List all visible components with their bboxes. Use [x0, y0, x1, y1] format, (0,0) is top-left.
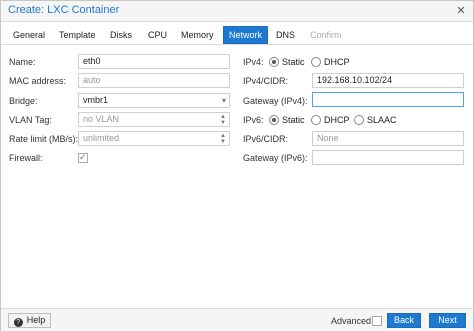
ipv6-slaac-radio[interactable]: [354, 115, 364, 125]
ipv4-static-label[interactable]: Static: [282, 56, 305, 68]
close-icon[interactable]: ✕: [455, 5, 467, 17]
next-button[interactable]: Next: [429, 313, 466, 328]
advanced-checkbox[interactable]: [372, 316, 382, 326]
ipv6-cidr-input[interactable]: None: [312, 131, 464, 146]
tab-template[interactable]: Template: [53, 26, 102, 44]
back-button[interactable]: Back: [387, 313, 421, 328]
ipv6-static-label[interactable]: Static: [282, 114, 305, 126]
firewall-label: Firewall:: [9, 153, 43, 163]
bridge-label: Bridge:: [9, 96, 38, 106]
wizard-tabs: General Template Disks CPU Memory Networ…: [1, 26, 473, 44]
ipv6-dhcp-label[interactable]: DHCP: [324, 114, 350, 126]
firewall-checkbox[interactable]: [78, 152, 88, 163]
rate-limit-input[interactable]: unlimited ▲ ▼: [78, 131, 230, 146]
ipv4-label: IPv4:: [243, 57, 264, 67]
tab-network[interactable]: Network: [223, 26, 269, 44]
ipv6-static-radio[interactable]: [269, 115, 279, 125]
ipv4-cidr-label: IPv4/CIDR:: [243, 76, 289, 86]
ipv6-dhcp-radio[interactable]: [311, 115, 321, 125]
question-icon: ?: [13, 318, 23, 327]
name-input[interactable]: eth0: [78, 54, 230, 69]
ipv6-label: IPv6:: [243, 115, 264, 125]
tab-general[interactable]: General: [7, 26, 51, 44]
dialog-title: Create: LXC Container: [8, 4, 120, 16]
vlan-tag-label: VLAN Tag:: [9, 115, 52, 125]
help-button[interactable]: ? Help: [8, 313, 51, 328]
mac-address-label: MAC address:: [9, 76, 67, 86]
mac-address-input[interactable]: auto: [78, 73, 230, 88]
gateway-ipv4-label: Gateway (IPv4):: [243, 96, 308, 106]
vlan-tag-input[interactable]: no VLAN ▲ ▼: [78, 112, 230, 127]
bridge-select[interactable]: vmbr1 ▾: [78, 93, 230, 108]
rate-placeholder: unlimited: [83, 133, 120, 143]
tab-divider: [1, 44, 473, 45]
rate-limit-label: Rate limit (MB/s):: [9, 134, 79, 144]
ipv6-cidr-label: IPv6/CIDR:: [243, 134, 289, 144]
spinner-icon[interactable]: ▲ ▼: [220, 114, 226, 126]
help-label: Help: [26, 315, 46, 325]
ipv4-dhcp-label[interactable]: DHCP: [324, 56, 350, 68]
gateway-ipv4-input[interactable]: [312, 92, 464, 107]
gateway-ipv6-label: Gateway (IPv6):: [243, 153, 308, 163]
ipv4-static-radio[interactable]: [269, 57, 279, 67]
ipv4-dhcp-radio[interactable]: [311, 57, 321, 67]
ipv6-slaac-label[interactable]: SLAAC: [367, 114, 397, 126]
dialog-footer: ? Help Advanced Back Next: [1, 308, 473, 331]
dialog-titlebar[interactable]: Create: LXC Container ✕: [1, 1, 473, 22]
bridge-value: vmbr1: [83, 95, 109, 105]
ipv4-cidr-input[interactable]: 192.168.10.102/24: [312, 73, 464, 88]
chevron-down-icon[interactable]: ▾: [222, 94, 226, 107]
name-label: Name:: [9, 57, 36, 67]
gateway-ipv6-input[interactable]: [312, 150, 464, 165]
tab-memory[interactable]: Memory: [175, 26, 220, 44]
tab-confirm: Confirm: [310, 30, 342, 40]
vlan-placeholder: no VLAN: [83, 114, 120, 124]
spinner-icon[interactable]: ▲ ▼: [220, 133, 226, 145]
tab-dns[interactable]: DNS: [270, 26, 301, 44]
create-lxc-dialog: Create: LXC Container ✕ General Template…: [0, 0, 474, 331]
advanced-label[interactable]: Advanced: [331, 315, 371, 327]
tab-cpu[interactable]: CPU: [142, 26, 173, 44]
tab-disks[interactable]: Disks: [104, 26, 138, 44]
